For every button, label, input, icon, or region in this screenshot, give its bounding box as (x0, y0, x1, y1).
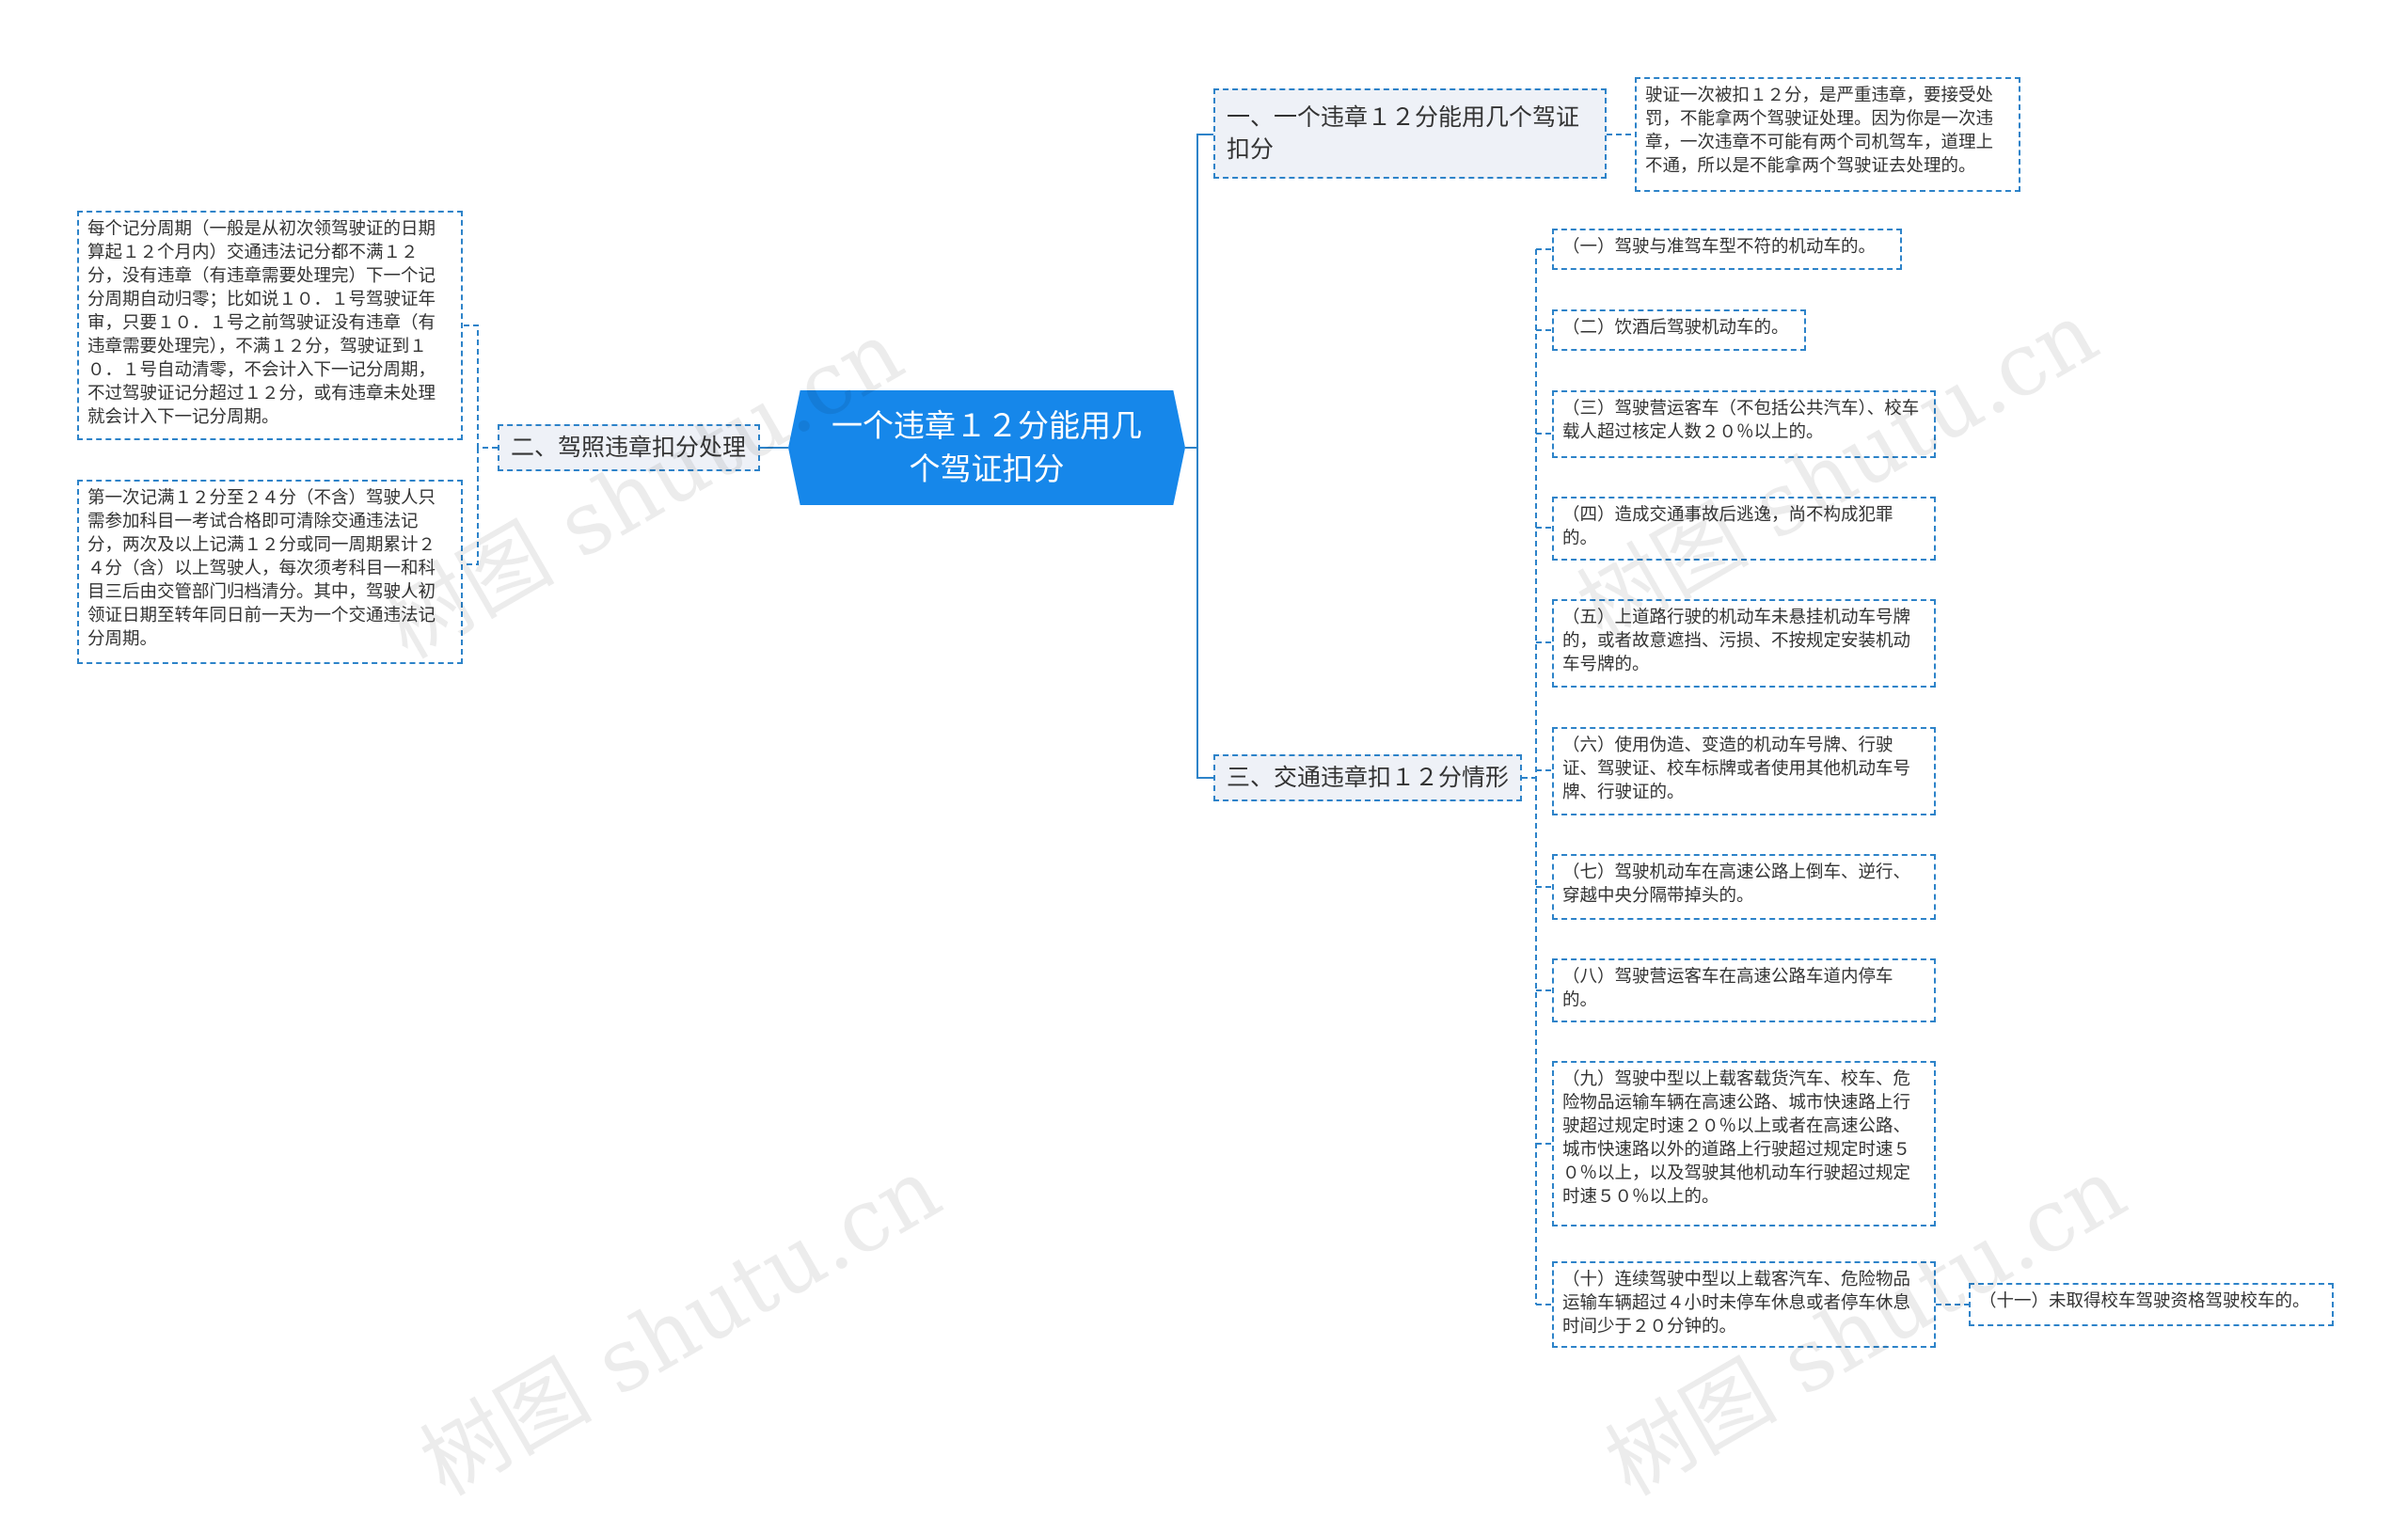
branch-3-item-6[interactable]: （六）使用伪造、变造的机动车号牌、行驶证、驾驶证、校车标牌或者使用其他机动车号牌… (1552, 727, 1936, 815)
branch-1[interactable]: 一、一个违章１２分能用几个驾证扣分 (1213, 88, 1607, 179)
branch-2-note-1-text: 每个记分周期（一般是从初次领驾驶证的日期算起１２个月内）交通违法记分都不满１２分… (87, 219, 436, 427)
watermark-3: 树图 shutu.cn (404, 1138, 957, 1515)
branch-3-item-9-text: （九）驾驶中型以上载客载货汽车、校车、危险物品运输车辆在高速公路、城市快速路上行… (1562, 1069, 1911, 1207)
branch-3-label: 三、交通违章扣１２分情形 (1227, 764, 1510, 791)
branch-3-item-2-text: （二）饮酒后驾驶机动车的。 (1562, 318, 1789, 338)
branch-3-item-1-text: （一）驾驶与准驾车型不符的机动车的。 (1562, 237, 1877, 257)
branch-3-item-1[interactable]: （一）驾驶与准驾车型不符的机动车的。 (1552, 229, 1902, 270)
branch-3-item-8[interactable]: （八）驾驶营运客车在高速公路车道内停车的。 (1552, 958, 1936, 1022)
branch-1-note[interactable]: 驶证一次被扣１２分，是严重违章，要接受处罚，不能拿两个驾驶证处理。因为你是一次违… (1635, 77, 2020, 192)
branch-3-item-7[interactable]: （七）驾驶机动车在高速公路上倒车、逆行、穿越中央分隔带掉头的。 (1552, 854, 1936, 920)
branch-3-item-8-text: （八）驾驶营运客车在高速公路车道内停车的。 (1562, 967, 1893, 1010)
branch-3-item-2[interactable]: （二）饮酒后驾驶机动车的。 (1552, 309, 1806, 351)
branch-3-item-9[interactable]: （九）驾驶中型以上载客载货汽车、校车、危险物品运输车辆在高速公路、城市快速路上行… (1552, 1061, 1936, 1226)
branch-3-item-6-text: （六）使用伪造、变造的机动车号牌、行驶证、驾驶证、校车标牌或者使用其他机动车号牌… (1562, 736, 1911, 802)
branch-1-note-text: 驶证一次被扣１２分，是严重违章，要接受处罚，不能拿两个驾驶证处理。因为你是一次违… (1645, 86, 1994, 176)
branch-2-note-1[interactable]: 每个记分周期（一般是从初次领驾驶证的日期算起１２个月内）交通违法记分都不满１２分… (77, 211, 463, 440)
branch-3-item-7-text: （七）驾驶机动车在高速公路上倒车、逆行、穿越中央分隔带掉头的。 (1562, 862, 1911, 906)
branch-3[interactable]: 三、交通违章扣１２分情形 (1213, 754, 1522, 801)
branch-1-label: 一、一个违章１２分能用几个驾证扣分 (1227, 103, 1580, 163)
